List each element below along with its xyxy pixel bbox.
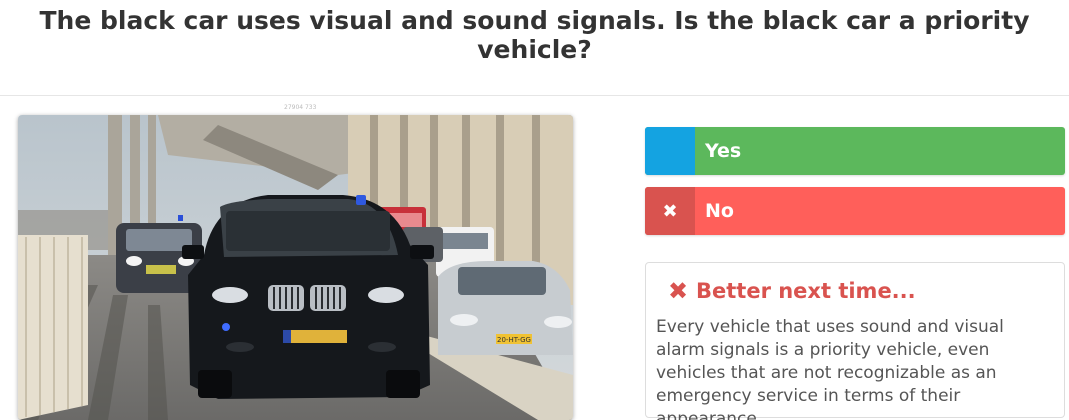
answer-yes-label: Yes xyxy=(705,140,742,162)
question-photo: 20-HT-GG xyxy=(18,115,573,420)
feedback-heading: ✖ Better next time... xyxy=(656,277,1054,305)
question-title: The black car uses visual and sound sign… xyxy=(39,6,1030,64)
close-icon: ✖ xyxy=(645,187,695,235)
answer-no-label: No xyxy=(705,200,734,222)
wrong-icon: ✖ xyxy=(668,277,689,305)
bridge-scene-illustration: 20-HT-GG xyxy=(18,115,573,420)
answer-yes-marker xyxy=(645,127,695,175)
photo-caption: 27904 733 xyxy=(284,104,317,111)
answer-no-button[interactable]: ✖ No xyxy=(645,187,1065,235)
answer-yes-button[interactable]: Yes xyxy=(645,127,1065,175)
question-header: The black car uses visual and sound sign… xyxy=(0,0,1069,96)
blue-light-icon xyxy=(356,195,366,205)
feedback-explanation: Every vehicle that uses sound and visual… xyxy=(656,317,1004,420)
plate-text-silver: 20-HT-GG xyxy=(497,336,531,344)
feedback-title: Better next time... xyxy=(696,279,916,303)
feedback-panel: ✖ Better next time... Every vehicle that… xyxy=(645,262,1065,420)
